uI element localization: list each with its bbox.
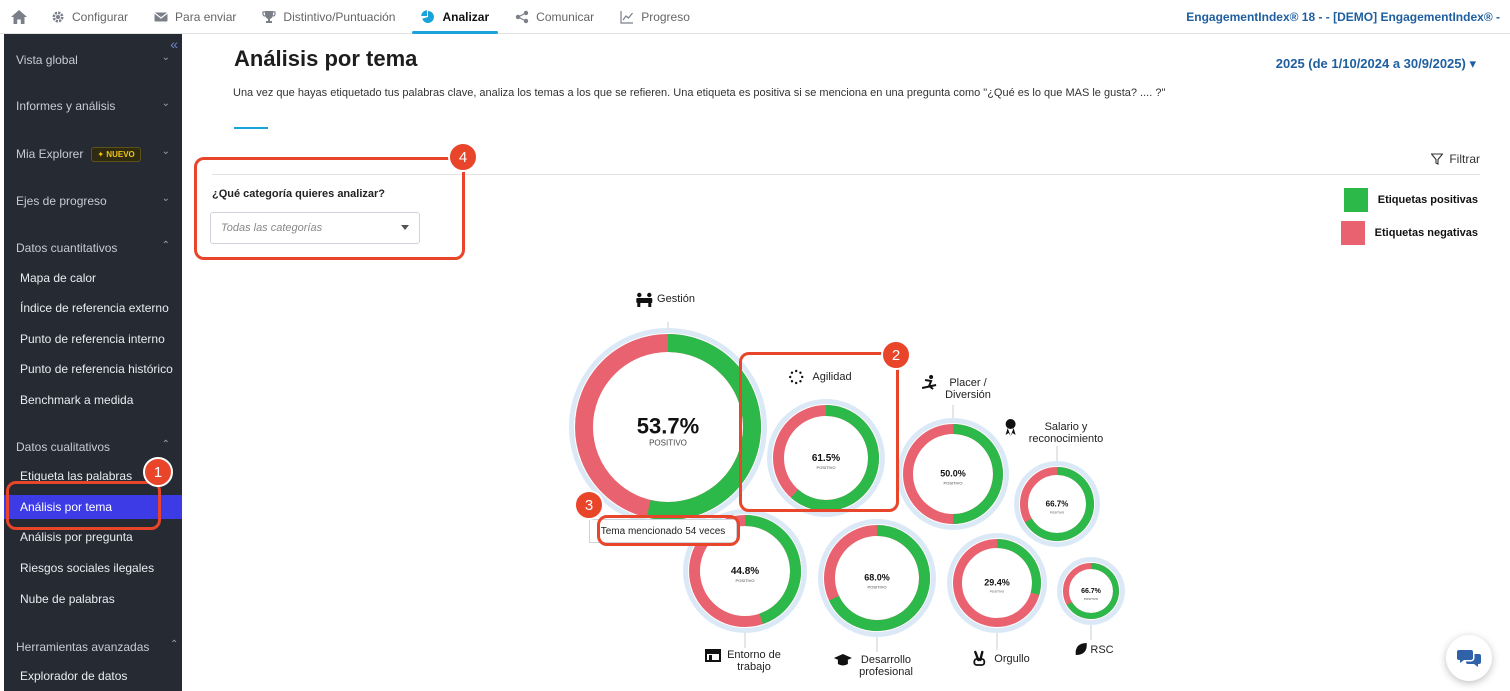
- sidebar-item-label: Benchmark a medida: [20, 393, 134, 407]
- survey-selector[interactable]: EngagementIndex® 18 - - [DEMO] Engagemen…: [1186, 10, 1500, 24]
- legend-negative-label: Etiquetas negativas: [1374, 227, 1478, 239]
- annotation-badge-3: 3: [574, 490, 604, 520]
- sidebar-item-mapa-de-calor[interactable]: Mapa de calor: [4, 266, 182, 290]
- sidebar-item-label: Punto de referencia interno: [20, 332, 165, 346]
- sidebar: « Vista global ⌄ Informes y análisis ⌄ M…: [4, 34, 182, 691]
- sidebar-section-cualitativos[interactable]: Datos cualitativos ⌃: [4, 437, 182, 457]
- sidebar-section-label: Ejes de progreso: [16, 194, 107, 208]
- chat-bubbles-icon: [1457, 650, 1481, 667]
- nav-comunicar[interactable]: Comunicar: [502, 0, 607, 34]
- annotation-box-3: [597, 515, 740, 546]
- period-selector[interactable]: 2025 (de 1/10/2024 a 30/9/2025) ▾: [1276, 56, 1476, 72]
- new-badge-label: NUEVO: [106, 149, 135, 159]
- legend-positive: Etiquetas positivas: [1343, 188, 1478, 212]
- nav-distintivo-label: Distintivo/Puntuación: [283, 9, 396, 24]
- nav-para-enviar-label: Para enviar: [175, 9, 237, 24]
- sidebar-item-punto-interno[interactable]: Punto de referencia interno: [4, 327, 182, 351]
- negative-swatch: [1340, 221, 1365, 245]
- sidebar-item-riesgos[interactable]: Riesgos sociales ilegales: [4, 556, 182, 580]
- annotation-box-4: [194, 157, 465, 260]
- sidebar-section-informes[interactable]: Informes y análisis ⌄: [4, 96, 182, 116]
- chevron-up-icon: ⌃: [161, 240, 170, 251]
- annotation-box-2: [739, 352, 899, 512]
- sidebar-section-ejes[interactable]: Ejes de progreso ⌄: [4, 191, 182, 211]
- nav-configurar-label: Configurar: [72, 9, 129, 24]
- annotation-badge-4: 4: [448, 142, 478, 172]
- annotation-box-1: [6, 481, 161, 530]
- sidebar-section-herramientas[interactable]: Herramientas avanzadas ⌃: [4, 637, 182, 657]
- sidebar-item-benchmark[interactable]: Benchmark a medida: [4, 388, 182, 412]
- legend-negative: Etiquetas negativas: [1340, 221, 1478, 245]
- nav-distintivo[interactable]: Distintivo/Puntuación: [249, 0, 408, 34]
- gear-icon: [52, 11, 64, 22]
- sidebar-item-nube[interactable]: Nube de palabras: [4, 587, 182, 611]
- line-chart-icon: [620, 10, 634, 24]
- chevron-down-icon: ⌄: [161, 193, 170, 204]
- sidebar-item-punto-historico[interactable]: Punto de referencia histórico: [4, 357, 182, 381]
- sidebar-section-mia-explorer[interactable]: Mia Explorer ✦ NUEVO ⌄: [4, 144, 182, 164]
- nav-configurar[interactable]: Configurar: [38, 0, 141, 34]
- sidebar-section-label: Vista global: [16, 53, 78, 67]
- annotation-badge-2: 2: [881, 340, 911, 370]
- pie-chart-icon: [421, 9, 435, 23]
- annotation-badge-1: 1: [143, 457, 173, 487]
- sidebar-item-label: Análisis por pregunta: [20, 530, 133, 544]
- period-label: 2025 (de 1/10/2024 a 30/9/2025): [1275, 56, 1466, 71]
- sidebar-item-label: Índice de referencia externo: [20, 301, 169, 315]
- new-badge: ✦ NUEVO: [91, 146, 141, 162]
- chevron-down-icon: ⌄: [161, 52, 170, 63]
- chevron-down-icon: ⌄: [161, 98, 170, 109]
- envelope-icon: [154, 12, 168, 21]
- chevron-up-icon: ⌃: [161, 439, 170, 450]
- sidebar-item-label: Riesgos sociales ilegales: [20, 561, 155, 575]
- sidebar-item-indice-externo[interactable]: Índice de referencia externo: [4, 296, 182, 320]
- page-title: Análisis por tema: [234, 46, 418, 71]
- sidebar-section-label: Herramientas avanzadas: [16, 640, 150, 654]
- funnel-icon: [1431, 153, 1444, 165]
- title-underline: [234, 127, 268, 129]
- sidebar-item-label: Nube de palabras: [20, 592, 115, 606]
- positive-swatch: [1343, 188, 1368, 212]
- sidebar-section-label: Datos cuantitativos: [16, 241, 118, 255]
- chat-button[interactable]: [1446, 635, 1492, 681]
- sidebar-item-label: Punto de referencia histórico: [20, 362, 173, 376]
- sidebar-item-label: Mapa de calor: [20, 271, 97, 285]
- filter-button[interactable]: Filtrar: [1431, 152, 1480, 166]
- filter-label: Filtrar: [1449, 152, 1480, 166]
- nav-progreso[interactable]: Progreso: [607, 0, 703, 34]
- chevron-down-icon: ⌄: [161, 146, 170, 157]
- sidebar-section-cuantitativos[interactable]: Datos cuantitativos ⌃: [4, 238, 182, 258]
- chevron-up-icon: ⌃: [170, 639, 179, 650]
- sidebar-item-label: Explorador de datos: [20, 669, 128, 683]
- page-description: Una vez que hayas etiquetado tus palabra…: [233, 87, 1166, 99]
- share-icon: [515, 10, 529, 23]
- nav-para-enviar[interactable]: Para enviar: [141, 0, 249, 34]
- nav-analizar[interactable]: Analizar: [408, 0, 502, 34]
- trophy-icon: [262, 10, 277, 23]
- sidebar-section-vista-global[interactable]: Vista global ⌄: [4, 50, 182, 70]
- nav-analizar-label: Analizar: [442, 9, 490, 24]
- sidebar-section-label: Informes y análisis: [16, 99, 116, 113]
- sidebar-item-explorador[interactable]: Explorador de datos: [4, 664, 182, 688]
- caret-down-icon: ▾: [1469, 56, 1476, 71]
- top-navigation: Configurar Para enviar Distintivo/Puntua…: [0, 0, 1510, 34]
- sidebar-section-label: Datos cualitativos: [16, 440, 111, 454]
- nav-progreso-label: Progreso: [641, 9, 690, 24]
- nav-comunicar-label: Comunicar: [536, 9, 595, 24]
- sidebar-section-label: Mia Explorer: [16, 147, 84, 161]
- home-icon[interactable]: [0, 9, 38, 24]
- legend-positive-label: Etiquetas positivas: [1377, 194, 1478, 206]
